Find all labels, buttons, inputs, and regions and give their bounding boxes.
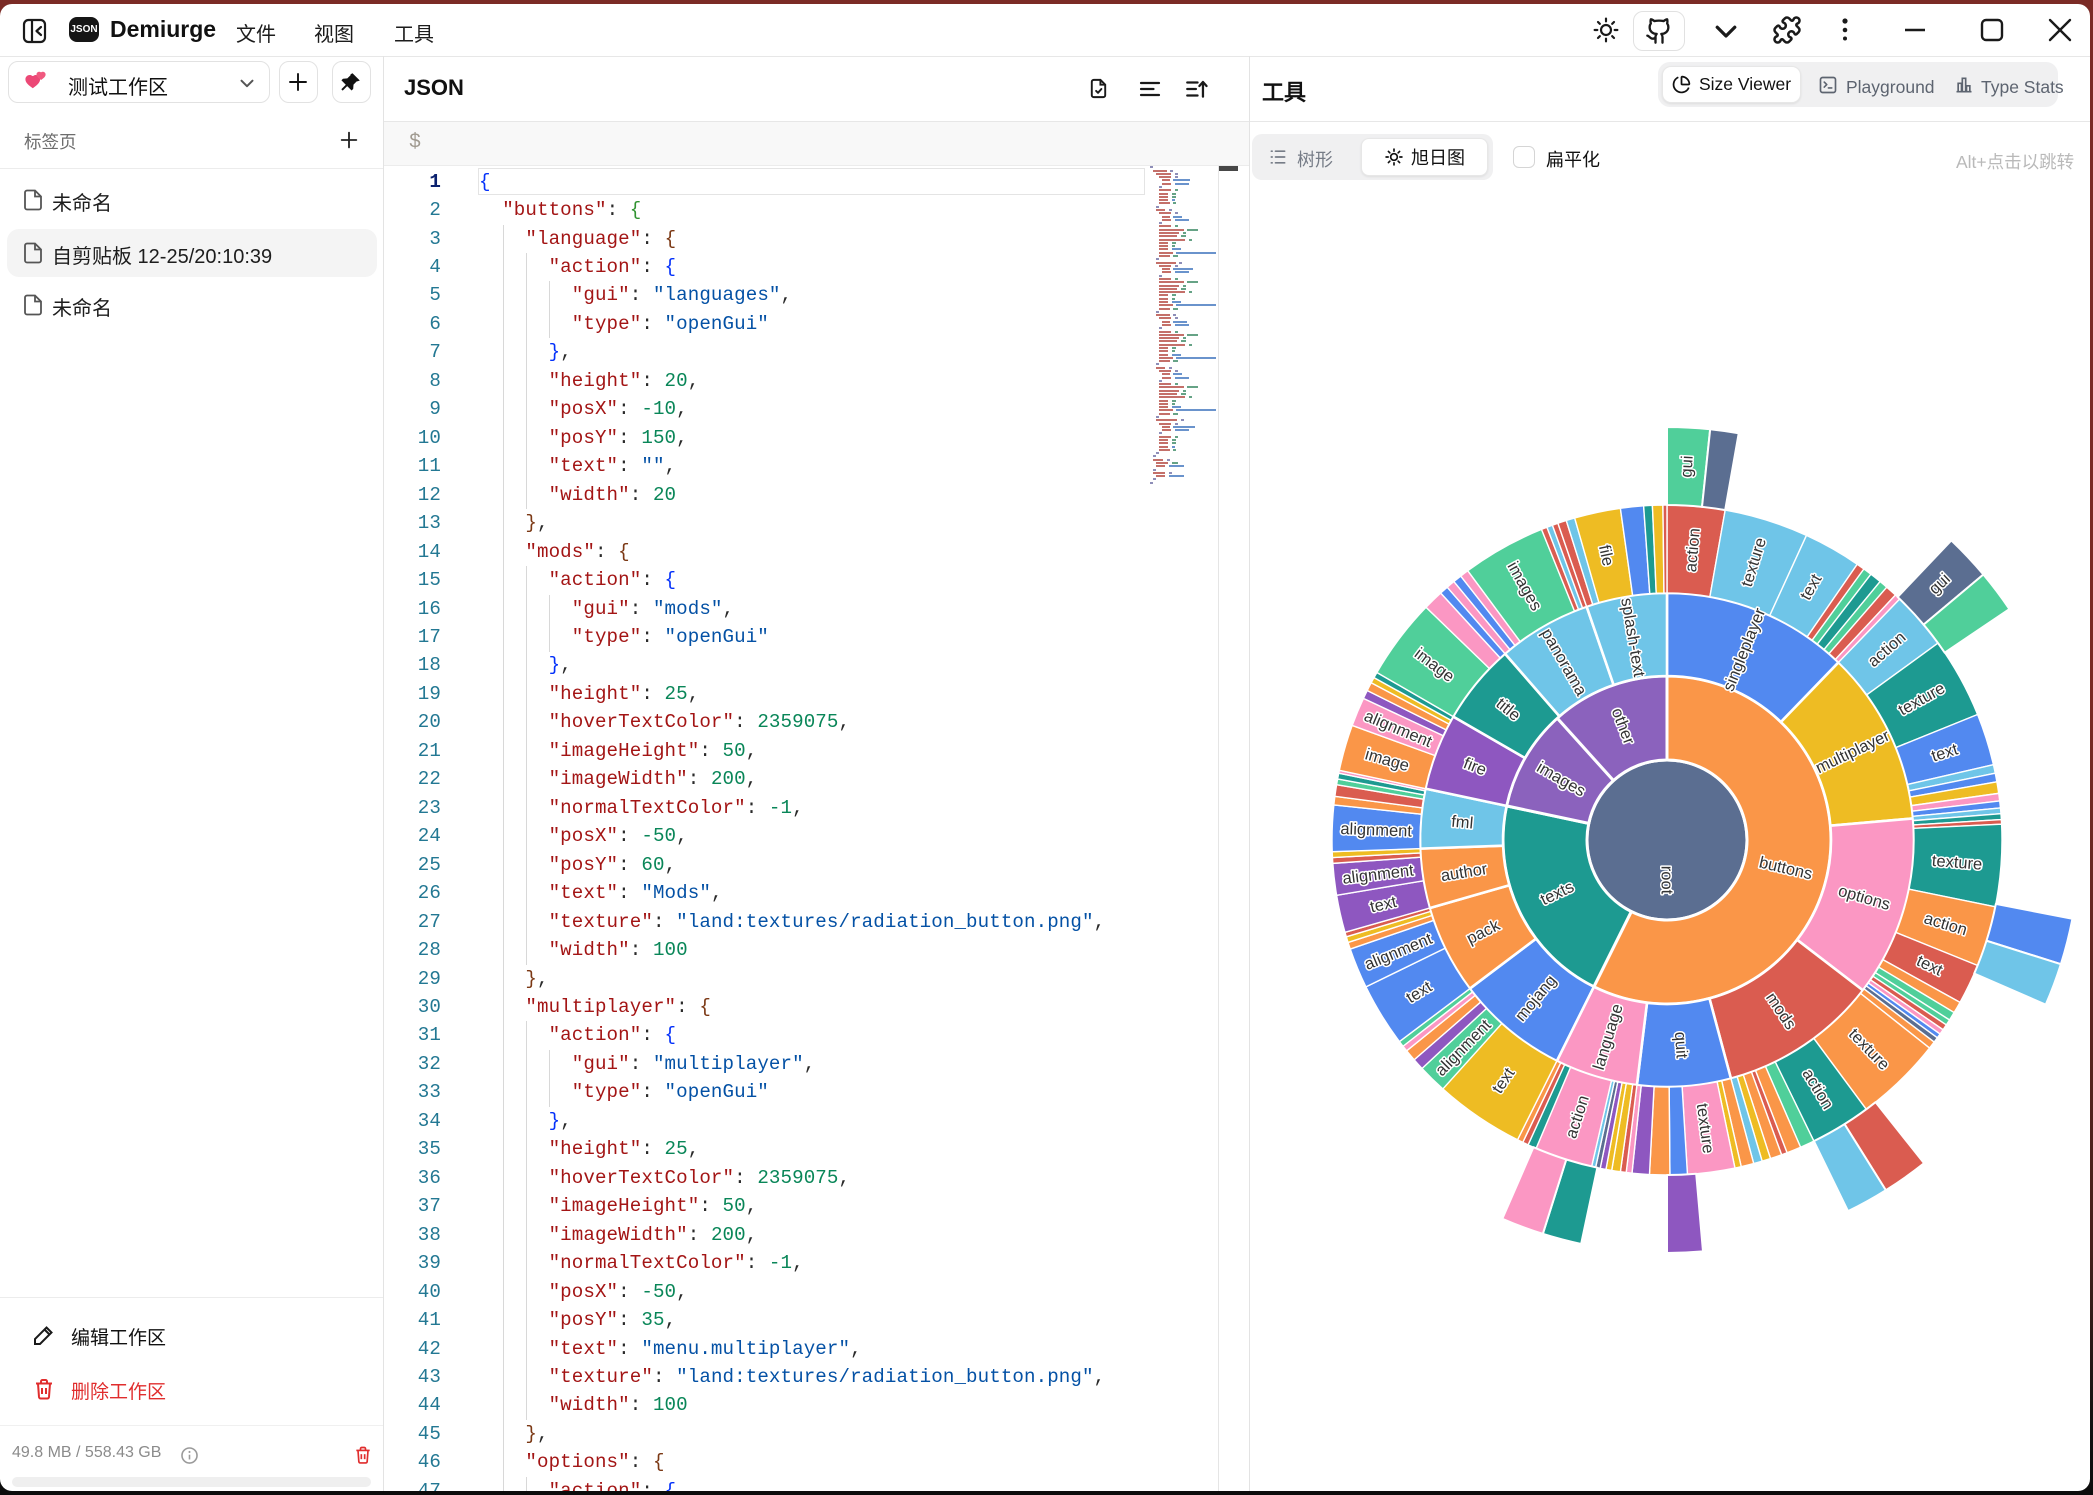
svg-text:alignment: alignment: [1340, 820, 1413, 841]
svg-text:quit: quit: [1671, 1031, 1691, 1059]
svg-text:texture: texture: [1931, 852, 1983, 874]
svg-text:fml: fml: [1451, 813, 1474, 833]
svg-text:root: root: [1658, 866, 1676, 895]
svg-text:action: action: [1682, 527, 1704, 572]
svg-text:gui: gui: [1678, 455, 1697, 478]
